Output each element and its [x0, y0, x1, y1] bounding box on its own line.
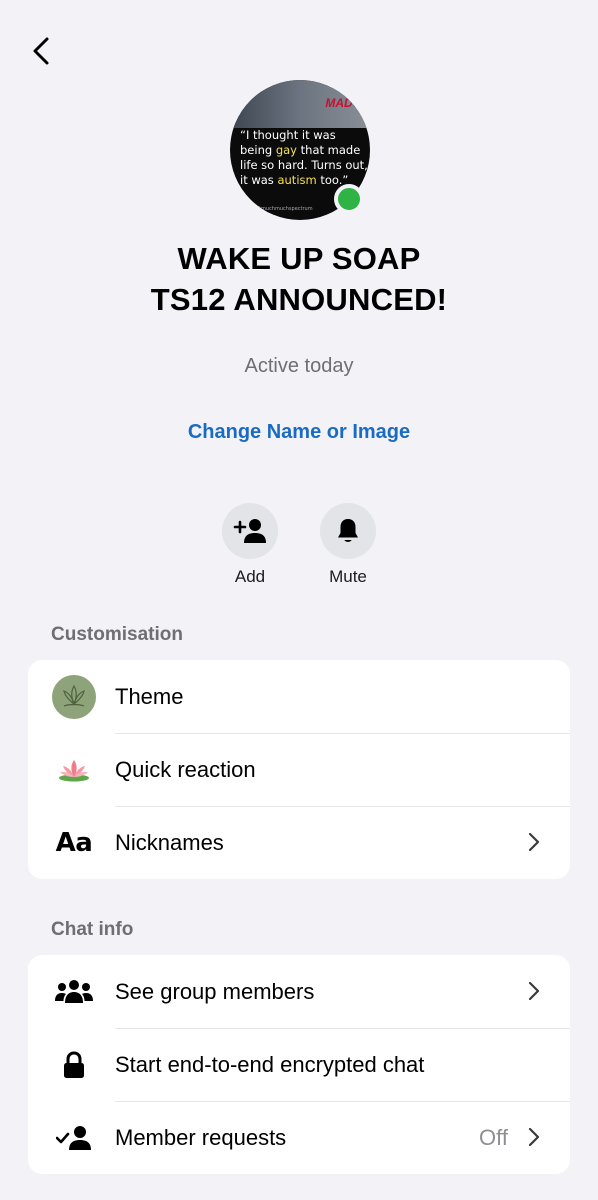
- change-name-or-image-link[interactable]: Change Name or Image: [0, 421, 598, 444]
- nicknames-row[interactable]: Aa Nicknames: [28, 806, 570, 879]
- theme-row[interactable]: Theme: [28, 660, 570, 733]
- theme-label: Theme: [115, 683, 184, 709]
- activity-status: Active today: [244, 355, 354, 377]
- add-button[interactable]: Add: [222, 503, 278, 587]
- avatar-quote: “I thought it was being gay that made li…: [240, 128, 368, 187]
- see-group-members-row[interactable]: See group members: [28, 955, 570, 1028]
- back-button[interactable]: [26, 34, 56, 68]
- group-avatar[interactable]: MADO “I thought it was being gay that ma…: [230, 80, 370, 220]
- lock-icon: [64, 1050, 84, 1078]
- avatar-brand-text: MADO: [325, 96, 362, 110]
- chevron-right-icon: [528, 1127, 540, 1147]
- people-icon: [55, 979, 93, 1003]
- mute-button[interactable]: Mute: [320, 503, 376, 587]
- quick-actions: Add Mute: [0, 503, 598, 587]
- member-requests-row[interactable]: Member requests Off: [28, 1101, 570, 1174]
- chat-info-section-title: Chat info: [51, 919, 134, 940]
- see-group-members-label: See group members: [115, 978, 315, 1004]
- customisation-section-title: Customisation: [51, 624, 183, 645]
- chevron-left-icon: [33, 37, 49, 65]
- online-status-dot: [334, 184, 364, 214]
- quick-reaction-label: Quick reaction: [115, 756, 256, 782]
- group-name: WAKE UP SOAP TS12 ANNOUNCED!: [150, 241, 448, 317]
- person-check-icon: [56, 1125, 91, 1150]
- bell-icon: [338, 519, 358, 542]
- theme-swatch-icon: [52, 674, 96, 719]
- avatar-handle: @muchmuchspectrum: [256, 206, 313, 212]
- member-requests-label: Member requests: [115, 1124, 287, 1150]
- quick-reaction-row[interactable]: Quick reaction: [28, 733, 570, 806]
- add-label: Add: [234, 567, 266, 586]
- text-aa-icon: Aa: [55, 827, 93, 858]
- chevron-right-icon: [528, 832, 540, 852]
- chevron-right-icon: [528, 981, 540, 1001]
- chat-info-card: See group members Start end-to-end encry…: [28, 955, 570, 1174]
- add-person-icon: [233, 519, 266, 543]
- encrypted-chat-label: Start end-to-end encrypted chat: [115, 1051, 425, 1077]
- member-requests-value: Off: [479, 1124, 508, 1150]
- nicknames-label: Nicknames: [115, 829, 224, 855]
- customisation-card: Theme Quick reaction Aa Nicknames: [28, 660, 570, 879]
- mute-label: Mute: [329, 567, 367, 586]
- encrypted-chat-row[interactable]: Start end-to-end encrypted chat: [28, 1028, 570, 1101]
- lotus-icon: [59, 759, 89, 781]
